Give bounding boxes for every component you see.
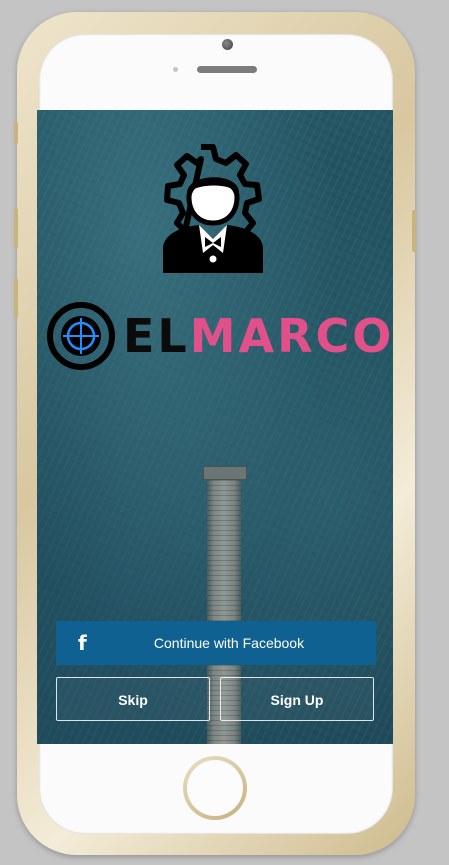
brand-el-text: EL (123, 309, 190, 363)
speaker-icon (197, 66, 257, 73)
facebook-button-label: Continue with Facebook (153, 635, 305, 651)
target-icon (47, 302, 115, 370)
continue-with-facebook-button[interactable]: f Continue with Facebook (56, 621, 376, 665)
gear-person-icon (163, 144, 263, 273)
camera-icon (222, 39, 233, 50)
power-button (412, 210, 416, 252)
brand-logo-text: ELMARCO (123, 308, 393, 364)
mute-switch (14, 122, 18, 144)
volume-up-button (14, 208, 18, 248)
sign-up-button[interactable]: Sign Up (220, 677, 374, 721)
volume-down-button (14, 278, 18, 318)
app-screen: ELMARCO f Continue with Facebook Skip Si… (37, 110, 393, 744)
home-button-icon[interactable] (183, 756, 247, 820)
skip-button[interactable]: Skip (56, 677, 210, 721)
proximity-sensor (173, 67, 178, 72)
brand-marco-text: MARCO (189, 309, 393, 363)
pier-end-image (203, 466, 247, 480)
